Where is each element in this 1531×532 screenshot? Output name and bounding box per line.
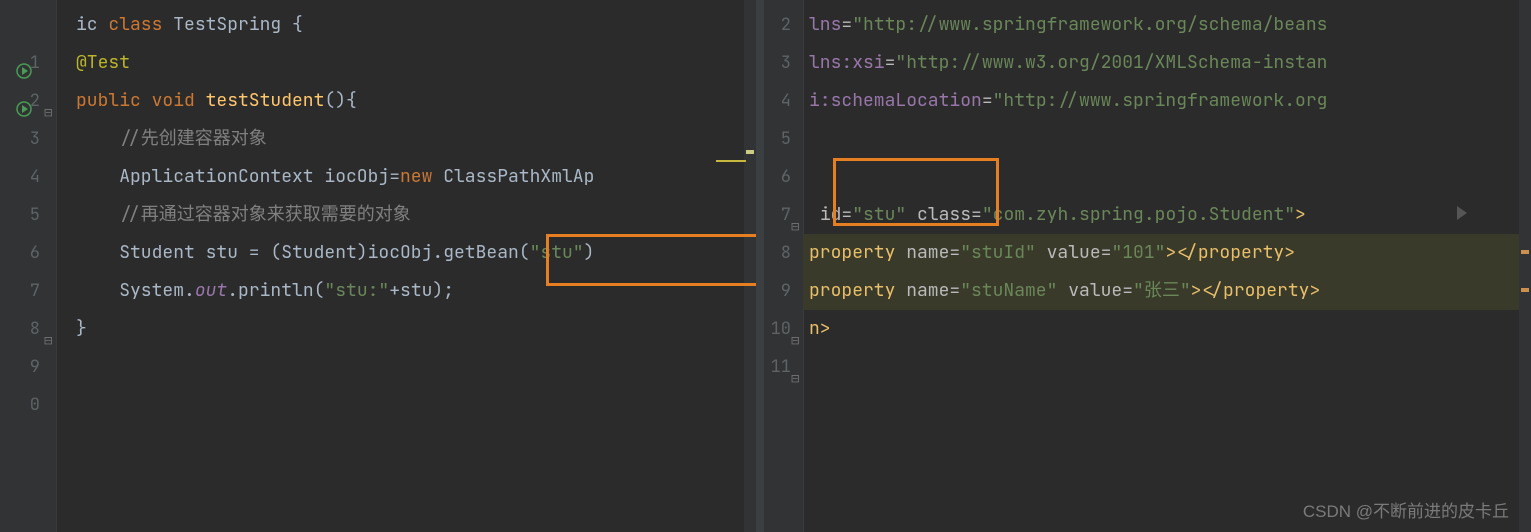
code-line[interactable]: 2⊟public void testStudent(){: [56, 82, 756, 120]
left-editor-pane[interactable]: ic class TestSpring {1@Test2⊟public void…: [0, 0, 757, 532]
fold-icon[interactable]: ⊟: [791, 360, 807, 376]
line-number: 4: [0, 158, 40, 196]
code-text: ic class TestSpring {: [56, 6, 303, 44]
code-text: lns:xsi="http://www.w3.org/2001/XMLSchem…: [803, 44, 1327, 82]
line-number: 3: [0, 120, 40, 158]
fold-icon[interactable]: ⊟: [791, 208, 807, 224]
code-line[interactable]: 3lns:xsi="http://www.w3.org/2001/XMLSche…: [803, 44, 1531, 82]
code-text: lns="http://www.springframework.org/sche…: [803, 6, 1327, 44]
fold-icon[interactable]: ⊟: [44, 94, 60, 110]
fold-icon[interactable]: ⊟: [791, 322, 807, 338]
line-number: 9: [0, 348, 40, 386]
code-line[interactable]: 0: [56, 386, 756, 424]
code-text: i:schemaLocation="http://www.springframe…: [803, 82, 1327, 120]
code-line[interactable]: 7⊟ id="stu" class="com.zyh.spring.pojo.S…: [803, 196, 1531, 234]
code-line[interactable]: 9: [56, 348, 756, 386]
code-text: ApplicationContext iocObj=new ClassPathX…: [56, 158, 594, 196]
line-number: 8: [0, 310, 40, 348]
run-gutter-icon[interactable]: [16, 55, 32, 71]
code-text: property name="stuId" value="101"></prop…: [803, 234, 1295, 272]
code-text: System.out.println("stu:"+stu);: [56, 272, 454, 310]
code-line[interactable]: 3 //先创建容器对象: [56, 120, 756, 158]
watermark-text: CSDN @不断前进的皮卡丘: [1303, 497, 1509, 522]
code-line[interactable]: 11⊟: [803, 348, 1531, 386]
change-marker[interactable]: [1521, 288, 1529, 292]
editor-split: ic class TestSpring {1@Test2⊟public void…: [0, 0, 1531, 532]
code-line[interactable]: 9property name="stuName" value="张三"></pr…: [803, 272, 1531, 310]
code-text: //先创建容器对象: [56, 120, 267, 158]
code-line[interactable]: 7 System.out.println("stu:"+stu);: [56, 272, 756, 310]
code-line[interactable]: ic class TestSpring {: [56, 6, 756, 44]
left-marker-strip[interactable]: [744, 0, 756, 532]
line-number: 7: [0, 272, 40, 310]
code-line[interactable]: 5: [803, 120, 1531, 158]
warning-marker[interactable]: [746, 150, 754, 154]
right-editor-pane[interactable]: 2lns="http://www.springframework.org/sch…: [757, 0, 1531, 532]
code-line[interactable]: 10⊟n>: [803, 310, 1531, 348]
code-text: property name="stuName" value="张三"></pro…: [803, 272, 1320, 310]
diff-connector: [716, 160, 746, 162]
fold-icon[interactable]: ⊟: [44, 322, 60, 338]
code-line[interactable]: 1@Test: [56, 44, 756, 82]
code-text: id="stu" class="com.zyh.spring.pojo.Stud…: [803, 196, 1306, 234]
code-line[interactable]: 6: [803, 158, 1531, 196]
code-line[interactable]: 4 ApplicationContext iocObj=new ClassPat…: [56, 158, 756, 196]
line-number: 5: [0, 196, 40, 234]
splitter-handle[interactable]: [756, 0, 764, 532]
code-line[interactable]: 8property name="stuId" value="101"></pro…: [803, 234, 1531, 272]
code-text: }: [56, 310, 87, 348]
line-number: 6: [0, 234, 40, 272]
code-text: @Test: [56, 44, 130, 82]
code-text: n>: [803, 310, 831, 348]
line-number: 0: [0, 386, 40, 424]
code-line[interactable]: 2lns="http://www.springframework.org/sch…: [803, 6, 1531, 44]
right-code-area[interactable]: 2lns="http://www.springframework.org/sch…: [803, 0, 1531, 532]
code-text: public void testStudent(){: [56, 82, 357, 120]
code-line[interactable]: 8⊟}: [56, 310, 756, 348]
code-line[interactable]: 6 Student stu = (Student)iocObj.getBean(…: [56, 234, 756, 272]
code-line[interactable]: 4i:schemaLocation="http://www.springfram…: [803, 82, 1531, 120]
code-text: Student stu = (Student)iocObj.getBean("s…: [56, 234, 594, 272]
diff-arrow-icon[interactable]: [1457, 206, 1467, 220]
right-marker-strip[interactable]: [1519, 0, 1531, 532]
left-code-area[interactable]: ic class TestSpring {1@Test2⊟public void…: [56, 0, 756, 532]
code-line[interactable]: 5 //再通过容器对象来获取需要的对象: [56, 196, 756, 234]
change-marker[interactable]: [1521, 250, 1529, 254]
run-gutter-icon[interactable]: [16, 93, 32, 109]
code-text: //再通过容器对象来获取需要的对象: [56, 196, 411, 234]
